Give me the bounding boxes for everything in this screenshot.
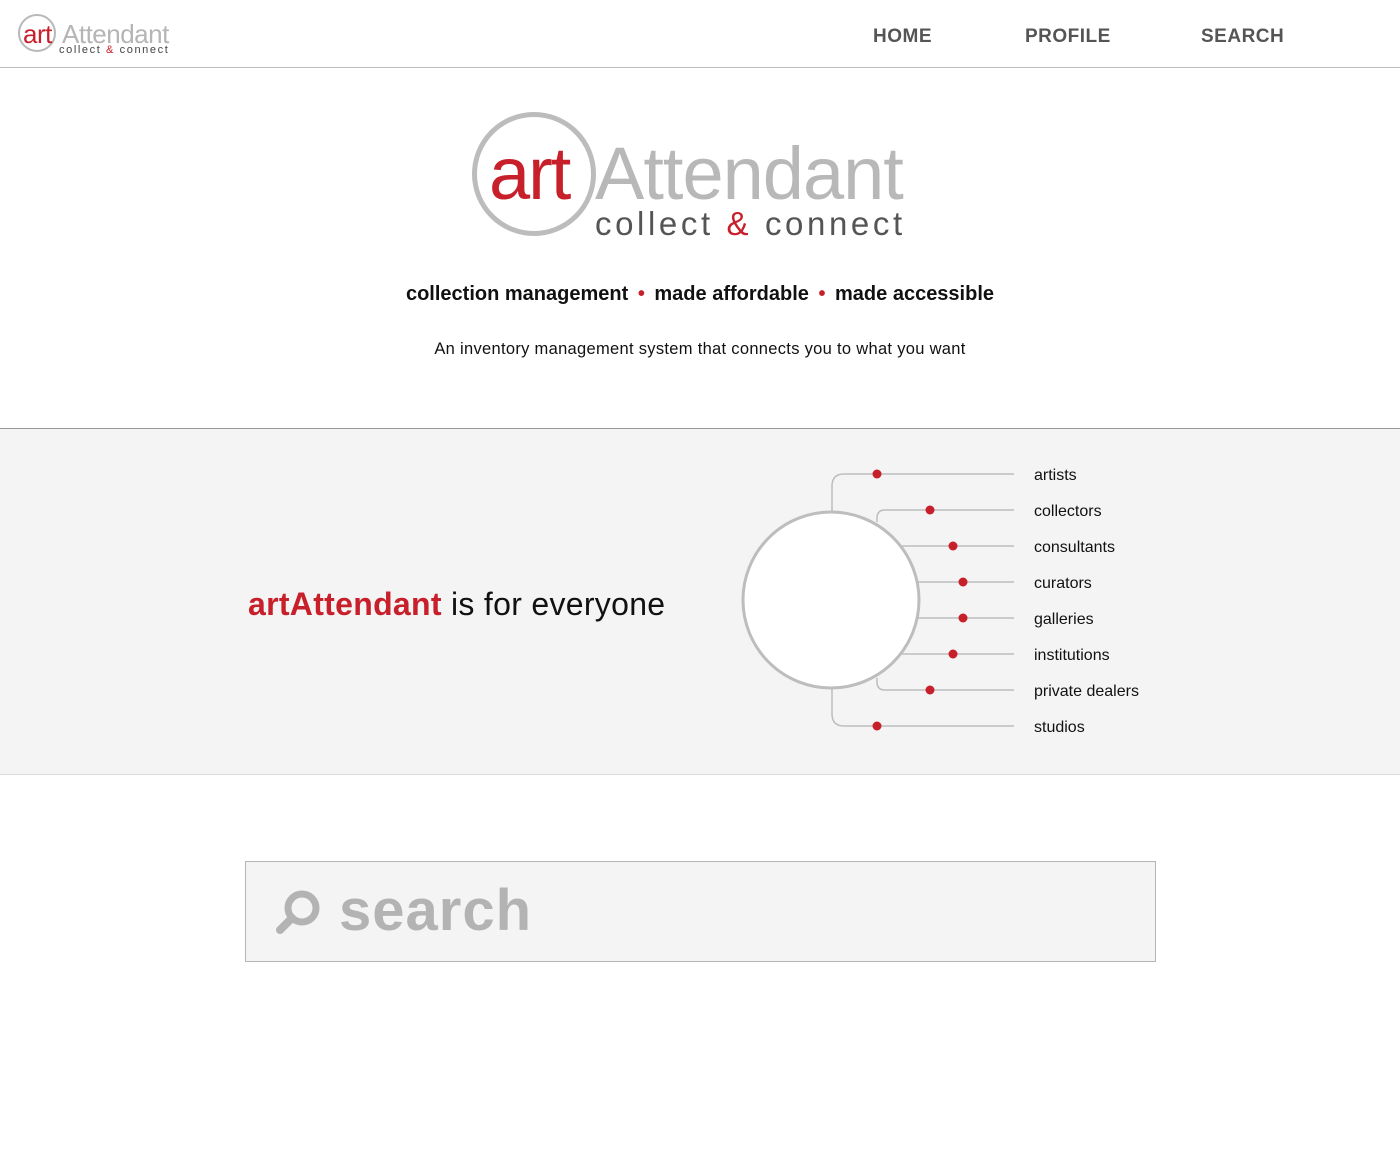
logo-art: art xyxy=(23,19,52,49)
audience-item-consultants: consultants xyxy=(1034,539,1115,556)
search-input[interactable]: search xyxy=(245,861,1156,962)
tagline-bullet: • xyxy=(637,283,645,305)
audience-item-private-dealers: private dealers xyxy=(1034,683,1139,700)
tagline-bullet: • xyxy=(818,283,826,305)
hero-tag-amp: & xyxy=(726,205,753,242)
hero-tagline: collection management • made affordable … xyxy=(0,281,1400,307)
hero-logo-attendant: Attendant xyxy=(595,132,904,215)
search-icon xyxy=(276,890,320,934)
header-logo[interactable]: art Attendant collect & connect xyxy=(18,14,178,60)
audience-heading-text: is for everyone xyxy=(441,586,666,622)
audience-item-collectors: collectors xyxy=(1034,503,1102,520)
site-header: art Attendant collect & connect HOME PRO… xyxy=(0,0,1400,68)
tag-connect: connect xyxy=(119,44,170,56)
nav-profile[interactable]: PROFILE xyxy=(1025,26,1111,48)
audience-item-curators: curators xyxy=(1034,575,1092,592)
logo-tagline: collect & connect xyxy=(59,44,169,56)
audience-section xyxy=(0,428,1400,775)
tagline-part: made affordable xyxy=(654,283,809,305)
tagline-part: collection management xyxy=(405,283,629,305)
audience-item-artists: artists xyxy=(1034,467,1077,484)
search-placeholder: search xyxy=(339,878,533,943)
tagline-part: made accessible xyxy=(835,283,995,305)
tag-amp: & xyxy=(106,44,115,56)
hero-logo-art: art xyxy=(489,132,571,215)
audience-heading-brand: artAttendant xyxy=(248,586,442,622)
hero-subtext: An inventory management system that conn… xyxy=(434,340,966,358)
hero-tag-collect: collect xyxy=(595,205,714,242)
audience-item-studios: studios xyxy=(1034,719,1085,736)
audience-item-galleries: galleries xyxy=(1034,611,1094,628)
tag-collect: collect xyxy=(59,44,102,56)
audience-item-institutions: institutions xyxy=(1034,647,1110,664)
audience-heading: artAttendant is for everyone xyxy=(248,584,665,624)
nav-home[interactable]: HOME xyxy=(873,26,932,48)
nav-search[interactable]: SEARCH xyxy=(1201,26,1284,48)
hero-logo-tagline: collect & connect xyxy=(595,206,906,242)
hero-logo: art Attendant collect & connect xyxy=(472,112,942,242)
hero-tag-connect: connect xyxy=(764,205,906,242)
